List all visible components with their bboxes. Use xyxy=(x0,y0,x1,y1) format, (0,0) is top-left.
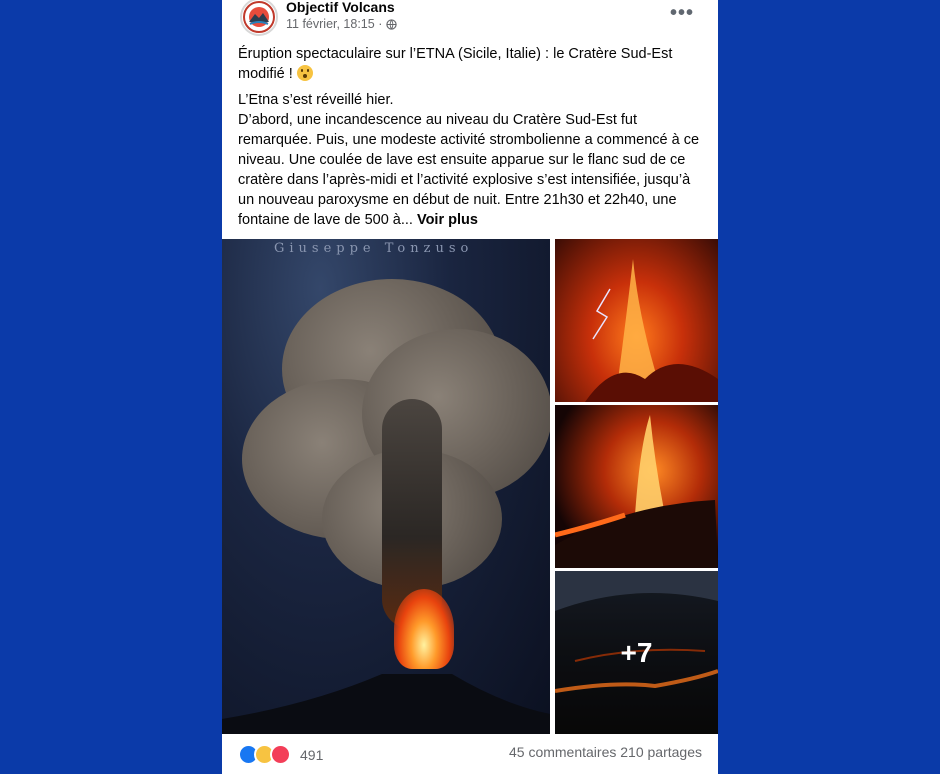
photo-credit-watermark: Giuseppe Tonzuso xyxy=(274,241,474,256)
see-more-link[interactable]: Voir plus xyxy=(417,212,478,228)
background-left xyxy=(0,0,222,760)
photo-thumbnail-more[interactable]: +7 xyxy=(555,571,718,734)
shares-link[interactable]: 210 partages xyxy=(620,744,702,760)
volcano-silhouette xyxy=(222,674,550,734)
photo-grid: Giuseppe Tonzuso +7 xyxy=(222,239,718,734)
lava-fountain xyxy=(394,589,454,669)
lava-photo xyxy=(555,415,718,568)
comments-link[interactable]: 45 commentaires xyxy=(509,744,616,760)
page-name-link[interactable]: Objectif Volcans xyxy=(286,0,395,15)
reactions-count[interactable]: 491 xyxy=(300,747,323,763)
post-footer: 491 45 commentaires 210 partages xyxy=(222,738,718,768)
engagement-stats: 45 commentaires 210 partages xyxy=(509,744,702,760)
more-photos-count[interactable]: +7 xyxy=(555,571,718,734)
post-date[interactable]: 11 février, 18:15 · xyxy=(286,17,382,31)
photo-thumbnail[interactable] xyxy=(555,239,718,402)
astonished-emoji-icon xyxy=(296,65,313,81)
reactions[interactable]: 491 xyxy=(238,744,323,765)
post-meta: 11 février, 18:15 · xyxy=(286,17,398,31)
lava-photo xyxy=(585,259,718,402)
page-avatar[interactable] xyxy=(240,0,278,36)
main-photo[interactable]: Giuseppe Tonzuso xyxy=(222,239,550,734)
post-body-line: L’Etna s’est réveillé hier. xyxy=(238,92,394,108)
post-header: Objectif Volcans 11 février, 18:15 · ••• xyxy=(236,0,706,38)
background-right xyxy=(718,0,940,760)
globe-icon xyxy=(386,18,398,30)
photo-thumbnail[interactable] xyxy=(555,405,718,568)
more-options-icon[interactable]: ••• xyxy=(670,2,694,25)
facebook-post: Objectif Volcans 11 février, 18:15 · •••… xyxy=(222,0,718,774)
post-body: L’Etna s’est réveillé hier. D’abord, une… xyxy=(238,90,706,230)
post-body-paragraph: D’abord, une incandescence au niveau du … xyxy=(238,112,700,228)
love-icon xyxy=(270,744,291,765)
post-title: Éruption spectaculaire sur l’ETNA (Sicil… xyxy=(238,44,706,84)
